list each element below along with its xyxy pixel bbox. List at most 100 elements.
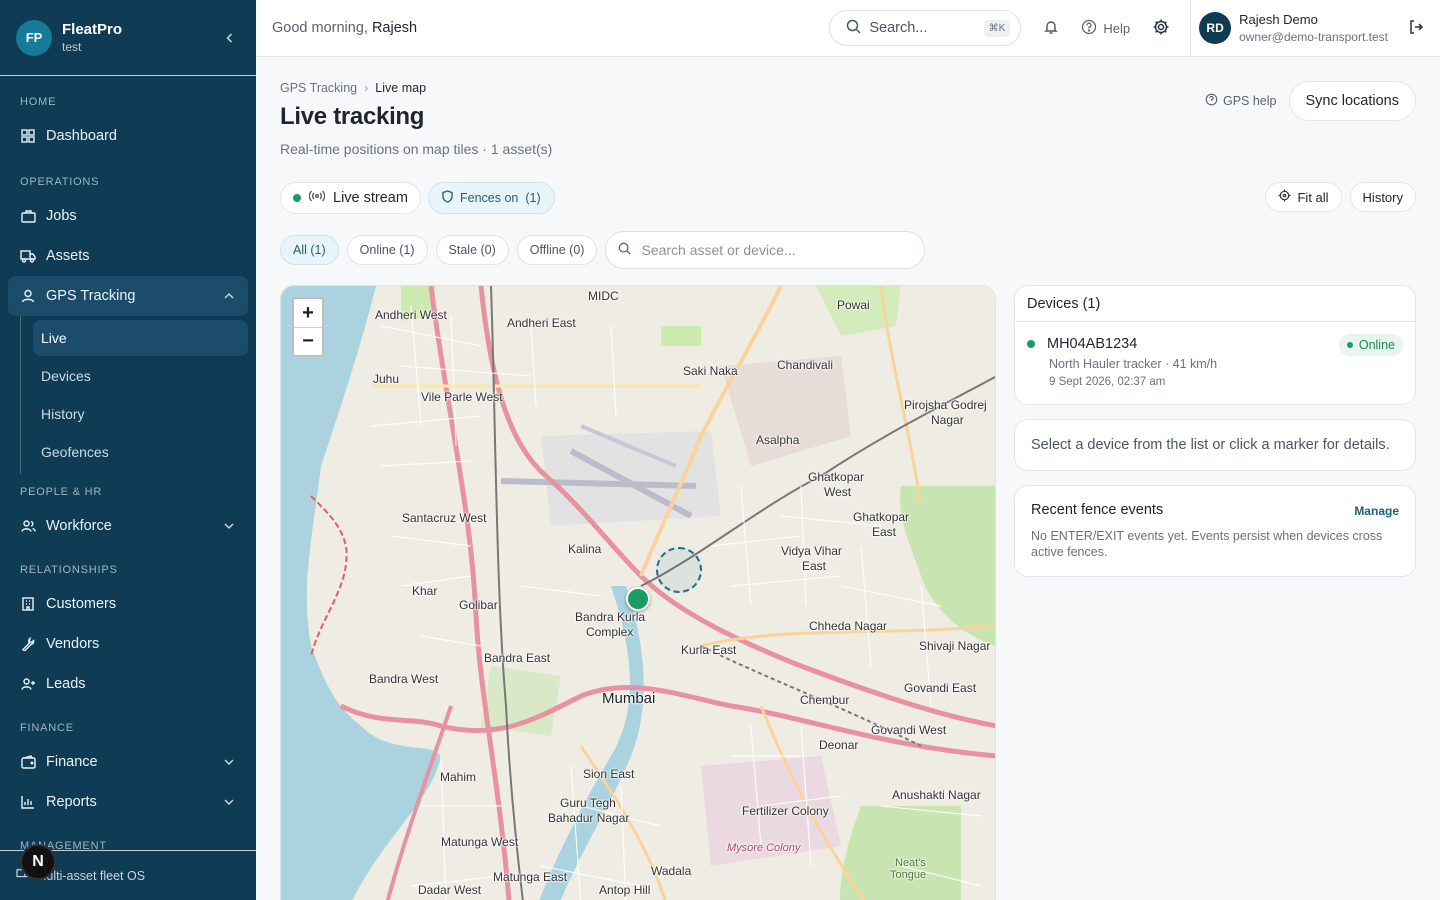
wrench-icon xyxy=(20,636,36,652)
chevron-down-icon xyxy=(222,519,236,533)
filter-online[interactable]: Online (1) xyxy=(346,235,428,265)
zoom-in-button[interactable]: + xyxy=(294,299,322,327)
map-label: MIDC xyxy=(588,289,619,303)
map-label: Santacruz West xyxy=(402,511,487,525)
settings-button[interactable] xyxy=(1152,18,1170,39)
live-stream-toggle[interactable]: Live stream xyxy=(280,182,421,214)
fit-all-button[interactable]: Fit all xyxy=(1265,182,1342,212)
user-pin-icon xyxy=(20,288,36,304)
gps-help-button[interactable]: GPS help xyxy=(1205,93,1277,109)
map-label: Mysore Colony xyxy=(727,842,801,854)
main-content: GPS Tracking › Live map Live tracking Re… xyxy=(280,57,1416,900)
map-label: Saki Naka xyxy=(683,364,738,378)
map-label: Mahim xyxy=(440,770,477,784)
live-map[interactable]: + − Andheri West Andheri East MIDC Powai… xyxy=(280,285,996,900)
filter-offline[interactable]: Offline (0) xyxy=(516,235,598,265)
help-button[interactable]: Help xyxy=(1081,19,1130,38)
map-label: Juhu xyxy=(373,372,400,386)
map-controls: Live stream Fences on (1) Fit all Histor… xyxy=(280,182,1416,214)
map-label: Chandivali xyxy=(777,358,834,372)
user-name: Rajesh Demo xyxy=(1239,12,1318,27)
map-label: Anushakti Nagar xyxy=(892,788,981,802)
sidebar-item-jobs[interactable]: Jobs xyxy=(8,196,248,236)
sidebar-item-finance[interactable]: Finance xyxy=(8,742,248,782)
page-subtitle: Real-time positions on map tiles · 1 ass… xyxy=(280,141,553,157)
sync-locations-button[interactable]: Sync locations xyxy=(1288,81,1416,121)
gps-help-label: GPS help xyxy=(1222,94,1277,108)
status-dot xyxy=(1346,342,1353,348)
fences-count: (1) xyxy=(525,191,541,205)
user-menu[interactable]: RD Rajesh Demo owner@demo-transport.test xyxy=(1190,0,1424,57)
asset-search-input[interactable]: Search asset or device... xyxy=(605,231,926,269)
bell-icon xyxy=(1043,19,1059,38)
status-badge: Online xyxy=(1338,334,1403,356)
nav-section-people: PEOPLE & HR xyxy=(20,486,103,498)
map-label: Antop Hill xyxy=(599,883,651,897)
sidebar-item-label: Jobs xyxy=(46,208,77,224)
sidebar-item-assets[interactable]: Assets xyxy=(8,236,248,276)
map-label: Kalina xyxy=(568,542,602,556)
zoom-control: + − xyxy=(292,297,324,357)
chevron-down-icon xyxy=(222,795,236,809)
map-label: Dadar West xyxy=(418,883,482,897)
map-label: Neat's xyxy=(895,857,926,869)
geofence-circle[interactable] xyxy=(656,547,702,593)
fences-toggle[interactable]: Fences on (1) xyxy=(428,182,555,214)
map-label: Kurla East xyxy=(681,643,737,657)
sidebar-subitem-devices[interactable]: Devices xyxy=(33,358,248,394)
sidebar-subitem-history[interactable]: History xyxy=(33,396,248,432)
sidebar-item-leads[interactable]: Leads xyxy=(8,664,248,704)
notifications-button[interactable] xyxy=(1043,19,1059,38)
devices-panel: Devices (1) MH04AB1234 North Hauler trac… xyxy=(1014,285,1416,405)
filter-all[interactable]: All (1) xyxy=(280,235,339,265)
sidebar-item-label: Dashboard xyxy=(46,128,117,144)
sidebar-item-customers[interactable]: Customers xyxy=(8,584,248,624)
breadcrumb-separator-icon: › xyxy=(364,81,369,95)
device-marker[interactable] xyxy=(626,587,650,611)
filter-stale[interactable]: Stale (0) xyxy=(435,235,509,265)
topbar: Good morning, Rajesh Search... ⌘K Help R… xyxy=(256,0,1440,57)
greeting: Good morning, Rajesh xyxy=(272,20,829,36)
sidebar-item-label: Leads xyxy=(46,676,86,692)
nav-section-relationships: RELATIONSHIPS xyxy=(20,564,118,576)
map-label: Matunga West xyxy=(441,835,519,849)
building-icon xyxy=(20,596,36,612)
map-label: Andheri East xyxy=(507,316,576,330)
sidebar-subitem-live[interactable]: Live xyxy=(33,320,248,356)
collapse-sidebar-icon[interactable] xyxy=(220,28,240,48)
map-label: Matunga East xyxy=(493,870,568,884)
sidebar-item-workforce[interactable]: Workforce xyxy=(8,506,248,546)
greeting-text: Good morning, xyxy=(272,20,368,36)
user-plus-icon xyxy=(20,676,36,692)
device-status-dot xyxy=(1027,340,1035,348)
device-list-item[interactable]: MH04AB1234 North Hauler tracker · 41 km/… xyxy=(1015,322,1415,388)
sidebar-item-dashboard[interactable]: Dashboard xyxy=(8,116,248,156)
map-label: Chheda Nagar xyxy=(809,619,888,633)
nav-section-operations: OPERATIONS xyxy=(20,176,100,188)
help-icon xyxy=(1081,19,1097,38)
sidebar-item-label: Assets xyxy=(46,248,90,264)
gear-icon xyxy=(1152,18,1170,39)
users-icon xyxy=(20,518,36,534)
fence-events-title: Recent fence events xyxy=(1031,502,1164,518)
map-label: Nagar xyxy=(931,413,964,427)
asset-search-placeholder: Search asset or device... xyxy=(641,242,796,258)
crosshair-icon xyxy=(1278,189,1292,205)
sidebar-subitem-geofences[interactable]: Geofences xyxy=(33,434,248,470)
user-email: owner@demo-transport.test xyxy=(1239,30,1388,44)
wallet-icon xyxy=(20,754,36,770)
sidebar-item-reports[interactable]: Reports xyxy=(8,782,248,822)
history-button[interactable]: History xyxy=(1349,182,1416,212)
n-badge[interactable]: N xyxy=(20,844,56,880)
zoom-out-button[interactable]: − xyxy=(294,327,322,355)
brand-name: FleatPro xyxy=(62,21,123,38)
sidebar-item-gps-tracking[interactable]: GPS Tracking xyxy=(8,276,248,316)
map-label: Mumbai xyxy=(602,690,656,707)
breadcrumb-parent[interactable]: GPS Tracking xyxy=(280,81,357,95)
devices-panel-title: Devices (1) xyxy=(1015,286,1415,322)
logout-icon[interactable] xyxy=(1408,19,1424,38)
truck-icon xyxy=(20,248,36,264)
global-search[interactable]: Search... ⌘K xyxy=(829,10,1022,46)
sidebar-item-vendors[interactable]: Vendors xyxy=(8,624,248,664)
manage-fences-link[interactable]: Manage xyxy=(1354,504,1399,518)
